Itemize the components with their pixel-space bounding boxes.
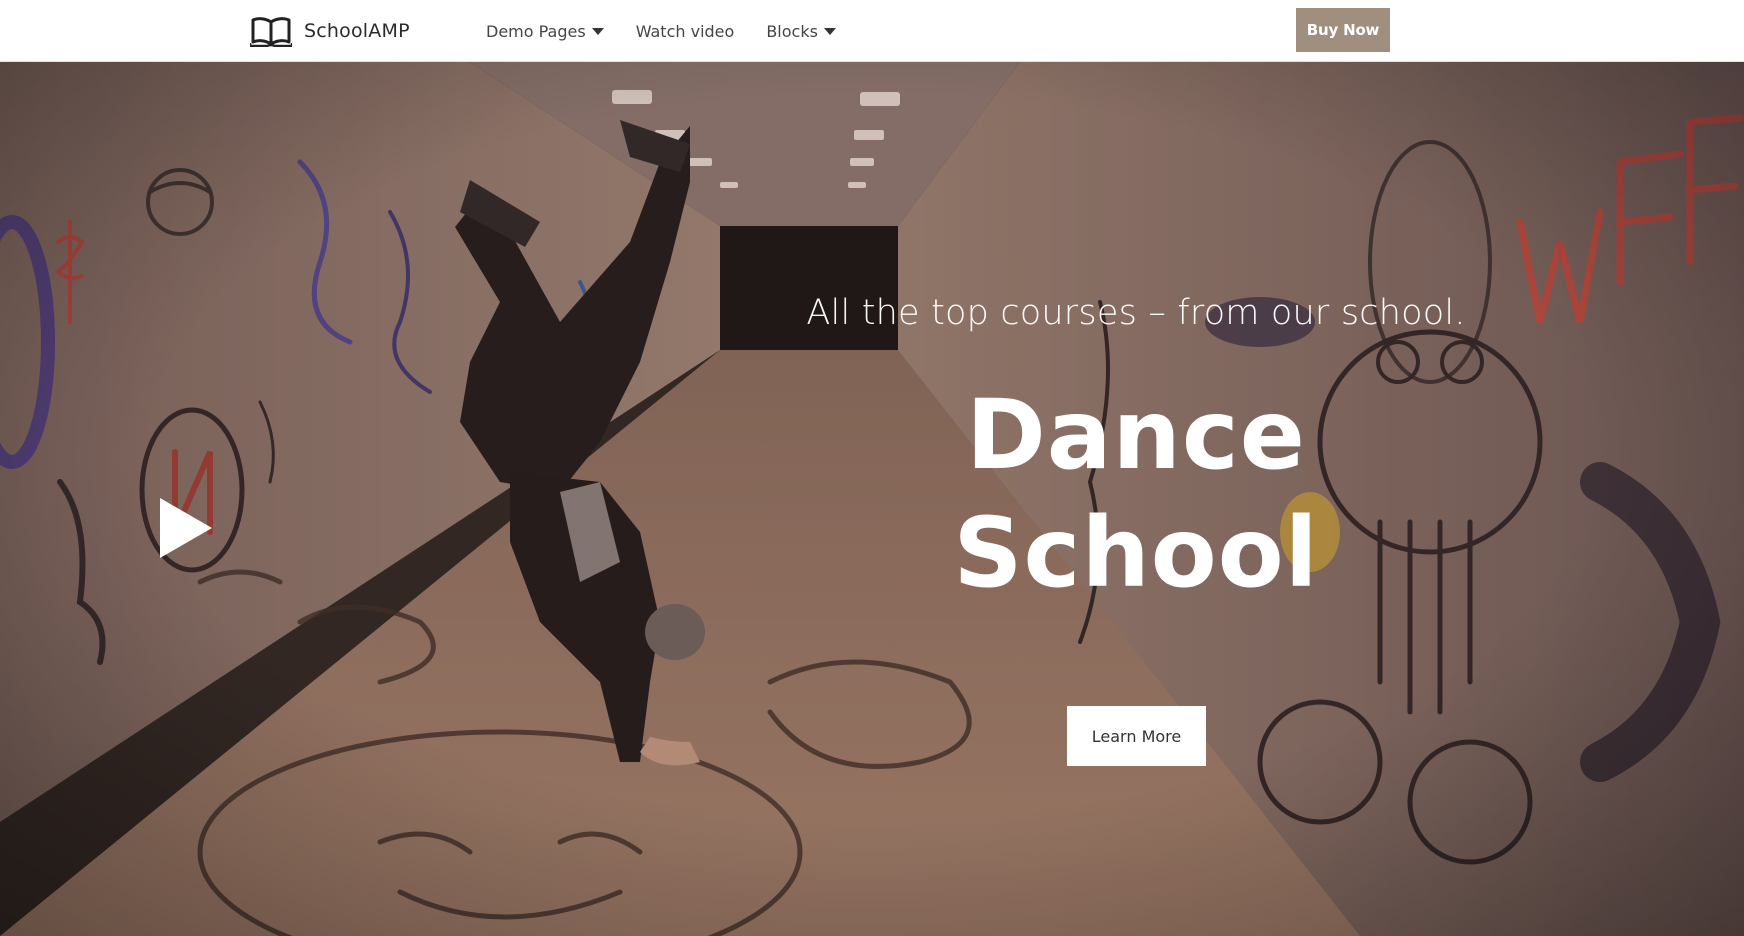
hero-text-block: All the top courses – from our school. D…: [740, 288, 1532, 612]
hero-subtitle: All the top courses – from our school.: [806, 293, 1466, 333]
play-video-button[interactable]: [160, 498, 212, 558]
brand-name: SchoolAMP: [304, 20, 410, 42]
main-nav: Demo Pages Watch video Blocks: [486, 0, 836, 62]
nav-item-label: Blocks: [766, 21, 818, 41]
nav-item-watch-video[interactable]: Watch video: [636, 22, 735, 41]
nav-item-blocks[interactable]: Blocks: [766, 22, 836, 41]
learn-more-button[interactable]: Learn More: [1067, 706, 1206, 766]
open-book-icon: [250, 15, 292, 47]
hero-title-line-2: School: [953, 497, 1319, 609]
nav-item-demo-pages[interactable]: Demo Pages: [486, 22, 604, 41]
play-icon: [160, 498, 212, 558]
brand-logo-link[interactable]: SchoolAMP: [250, 14, 410, 48]
top-navbar: SchoolAMP Demo Pages Watch video Blocks …: [0, 0, 1744, 62]
caret-down-icon: [591, 28, 604, 35]
hero-title: Dance School: [740, 376, 1532, 612]
nav-item-label: Demo Pages: [486, 21, 586, 41]
buy-now-button[interactable]: Buy Now: [1296, 8, 1390, 52]
caret-down-icon: [823, 28, 836, 35]
hero-section: All the top courses – from our school. D…: [0, 62, 1744, 936]
nav-item-label: Watch video: [635, 21, 735, 41]
hero-title-line-1: Dance: [966, 379, 1306, 491]
